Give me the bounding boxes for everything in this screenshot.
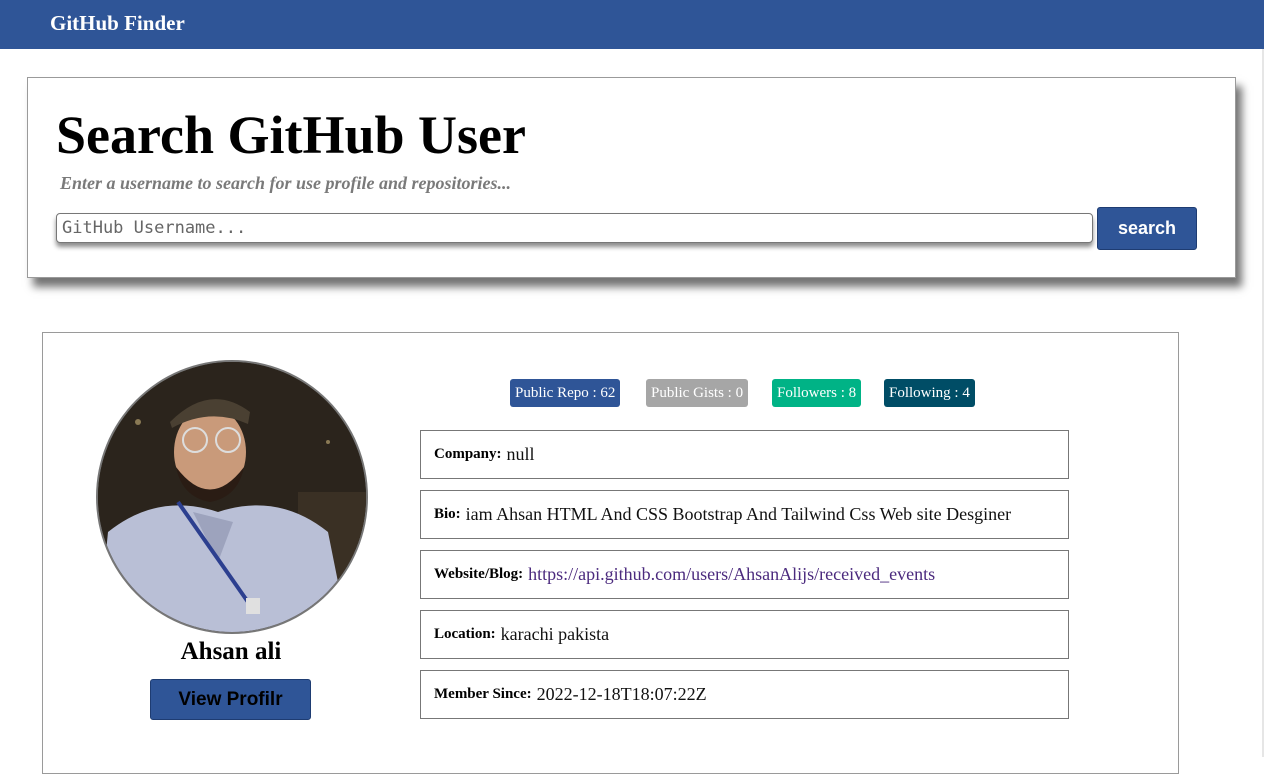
member-since-value: 2022-12-18T18:07:22Z [536, 684, 707, 704]
badge-public-repo: Public Repo : 62 [510, 379, 621, 407]
location-label: Location: [434, 626, 496, 642]
user-name: Ahsan ali [180, 638, 282, 665]
info-website: Website/Blog: https://api.github.com/use… [420, 550, 1069, 599]
search-button[interactable]: search [1097, 207, 1197, 250]
bio-value: iam Ahsan HTML And CSS Bootstrap And Tai… [465, 504, 1012, 524]
avatar-photo [98, 362, 366, 632]
search-subtitle: Enter a username to search for use profi… [60, 173, 512, 193]
location-value: karachi pakista [500, 624, 610, 644]
navbar: GitHub Finder [0, 0, 1264, 49]
info-location: Location: karachi pakista [420, 610, 1069, 659]
info-bio: Bio: iam Ahsan HTML And CSS Bootstrap An… [420, 490, 1069, 539]
view-profile-button[interactable]: View Profilr [150, 679, 311, 720]
badge-followers: Followers : 8 [772, 379, 862, 407]
search-input[interactable] [56, 213, 1093, 243]
avatar [96, 360, 368, 634]
badge-following: Following : 4 [884, 379, 975, 407]
company-value: null [506, 444, 535, 464]
brand-title[interactable]: GitHub Finder [50, 11, 185, 36]
bio-label: Bio: [434, 506, 461, 522]
page-title: Search GitHub User [56, 105, 526, 165]
member-since-label: Member Since: [434, 686, 532, 702]
website-link[interactable]: https://api.github.com/users/AhsanAlijs/… [528, 564, 935, 585]
profile-card: Ahsan ali View Profilr Public Repo : 62 … [42, 332, 1179, 774]
company-label: Company: [434, 446, 502, 462]
badge-public-gists: Public Gists : 0 [646, 379, 749, 407]
info-company: Company: null [420, 430, 1069, 479]
website-label: Website/Blog: [434, 566, 524, 582]
info-member-since: Member Since: 2022-12-18T18:07:22Z [420, 670, 1069, 719]
search-card: Search GitHub User Enter a username to s… [27, 77, 1236, 278]
